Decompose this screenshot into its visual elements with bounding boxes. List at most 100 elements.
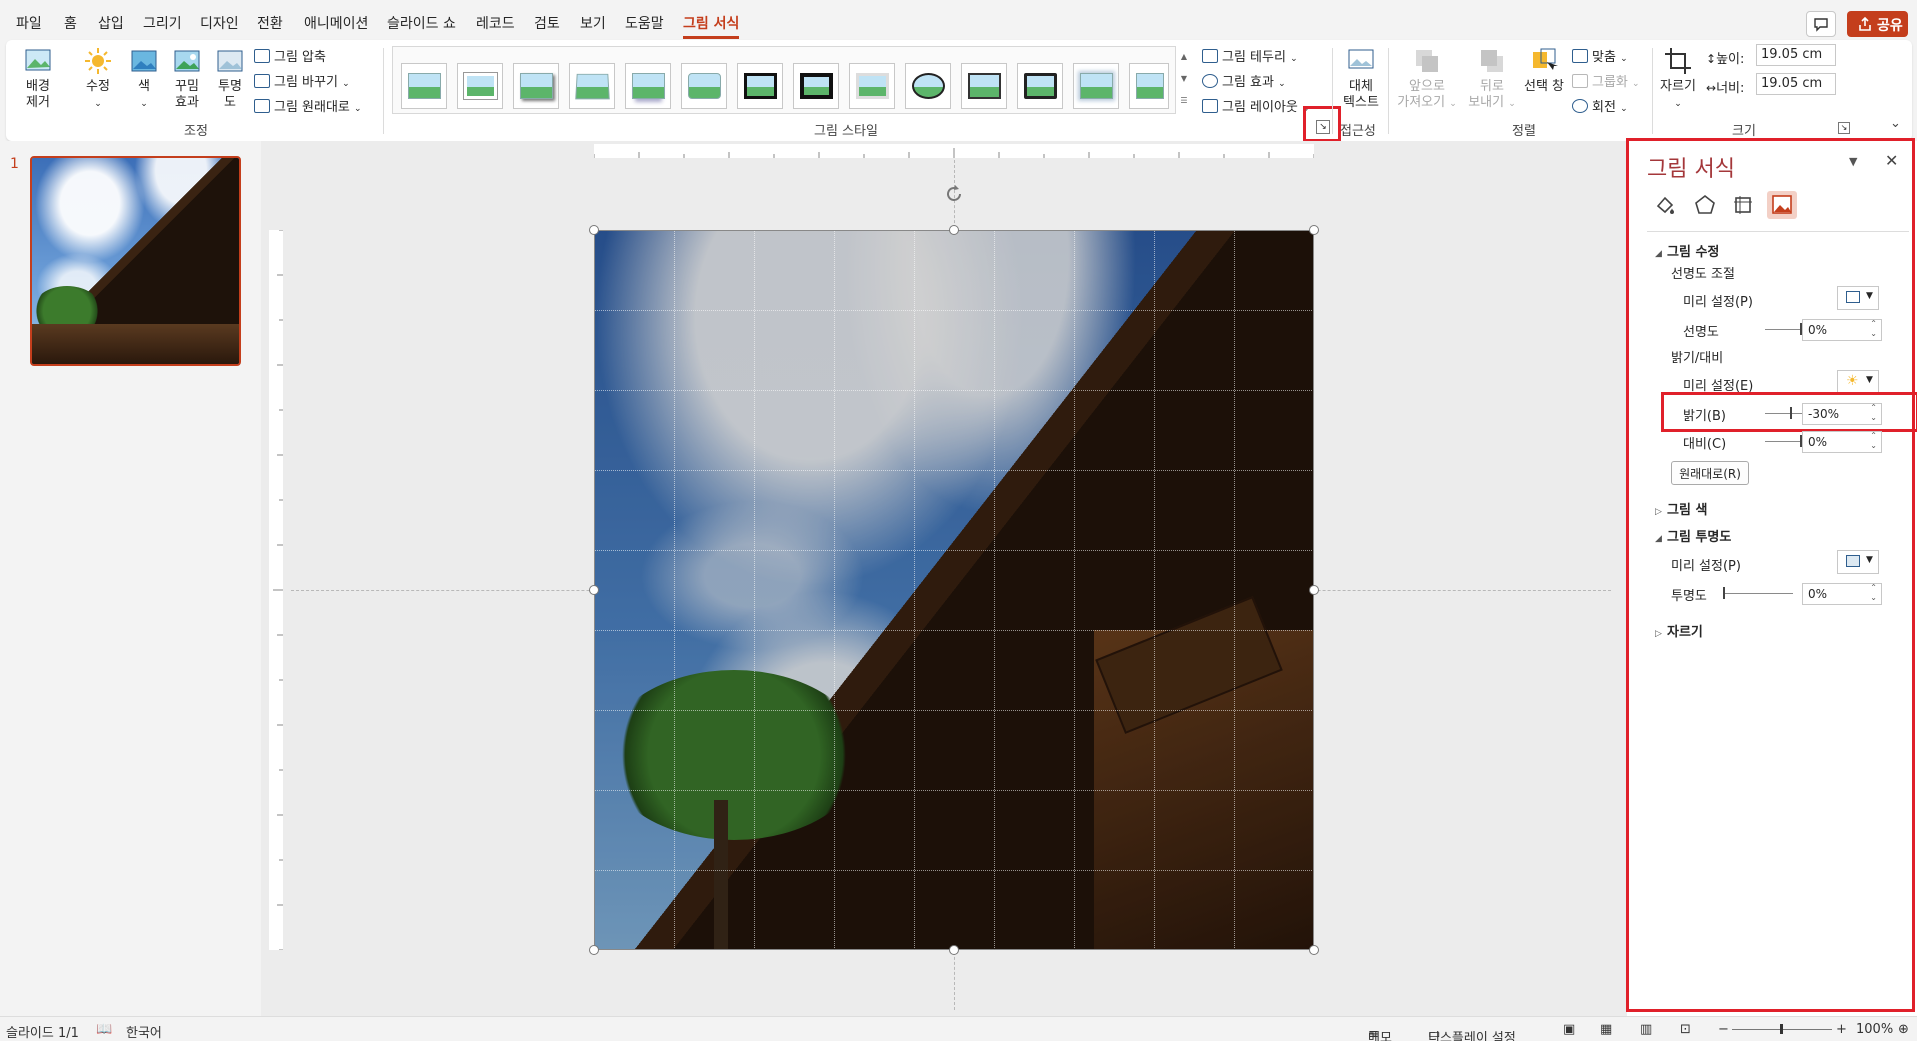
slider-thumb[interactable] (1780, 1024, 1783, 1034)
accessibility-icon[interactable]: 📖 (96, 1022, 112, 1037)
style-thumbnail[interactable] (681, 63, 727, 109)
tab-design[interactable]: 디자인 (200, 13, 239, 33)
style-thumbnail[interactable] (569, 63, 615, 109)
ruler-ticks (593, 148, 1315, 158)
tab-help[interactable]: 도움말 (625, 13, 664, 33)
style-thumbnail[interactable] (961, 63, 1007, 109)
group-divider (1388, 48, 1389, 134)
share-button[interactable]: 공유 (1847, 11, 1908, 37)
send-backward-icon (1481, 50, 1503, 72)
height-input[interactable]: 19.05 cm (1756, 44, 1836, 66)
width-label: ↔너비: (1706, 81, 1745, 96)
style-thumbnail[interactable] (737, 63, 783, 109)
bring-forward-button[interactable]: 앞으로 가져오기 ⌄ (1396, 46, 1458, 112)
style-thumbnail[interactable] (1017, 63, 1063, 109)
highlight-dialog-launcher (1303, 106, 1341, 142)
remove-background-button[interactable]: 배경 제거 (20, 46, 56, 111)
style-thumbnail[interactable] (457, 63, 503, 109)
slide-sorter-icon[interactable]: ▦ (1600, 1022, 1612, 1037)
zoom-out-icon[interactable]: − (1718, 1022, 1729, 1037)
reset-picture-button[interactable]: 그림 원래대로 ⌄ (254, 96, 362, 115)
resize-handle[interactable] (1309, 225, 1319, 235)
resize-handle[interactable] (589, 585, 599, 595)
artistic-effects-icon (174, 50, 200, 72)
tab-file[interactable]: 파일 (16, 13, 42, 33)
layout-icon (1202, 99, 1218, 113)
width-icon: ↔ (1706, 81, 1717, 95)
send-backward-button[interactable]: 뒤로 보내기 ⌄ (1464, 46, 1520, 112)
group-label-adjust: 조정 (184, 124, 208, 139)
slide-number: 1 (10, 156, 19, 172)
gallery-more-icon[interactable]: ☰ (1178, 90, 1190, 112)
tab-slideshow[interactable]: 슬라이드 쇼 (387, 13, 456, 33)
style-thumbnail[interactable] (401, 63, 447, 109)
resize-handle[interactable] (589, 225, 599, 235)
compress-pictures-button[interactable]: 그림 압축 (254, 46, 326, 65)
compress-icon (254, 49, 270, 63)
resize-handle[interactable] (949, 945, 959, 955)
group-label-picture-styles: 그림 스타일 (814, 124, 878, 139)
size-dialog-launcher-icon[interactable]: ↘ (1838, 122, 1850, 134)
style-thumbnail[interactable] (849, 63, 895, 109)
menu-bar: 파일 홈 삽입 그리기 디자인 전환 애니메이션 슬라이드 쇼 레코드 검토 보… (0, 0, 1917, 42)
group-button[interactable]: 그룹화 ⌄ (1572, 71, 1640, 90)
rotate-handle-icon[interactable] (943, 183, 965, 205)
slide-thumbnail[interactable] (30, 156, 241, 366)
crop-icon (1665, 48, 1691, 74)
rotate-button[interactable]: 회전 ⌄ (1572, 96, 1628, 115)
alt-text-button[interactable]: 대체 텍스트 (1338, 46, 1384, 111)
color-button[interactable]: 색 ⌄ (126, 46, 162, 112)
collapse-ribbon-icon[interactable]: ⌄ (1890, 116, 1901, 131)
effects-icon (1202, 74, 1218, 88)
style-thumbnail[interactable] (905, 63, 951, 109)
tab-review[interactable]: 검토 (534, 13, 560, 33)
align-icon (1572, 49, 1588, 63)
width-input[interactable]: 19.05 cm (1756, 73, 1836, 95)
building-shape (32, 324, 239, 364)
tab-transitions[interactable]: 전환 (257, 13, 283, 33)
reading-view-icon[interactable]: ▥ (1640, 1022, 1652, 1037)
zoom-in-icon[interactable]: + (1836, 1022, 1847, 1037)
selection-pane-button[interactable]: 선택 창 (1522, 46, 1566, 95)
gallery-scroll[interactable]: ▲ ▼ ☰ (1178, 46, 1190, 114)
chevron-up-icon[interactable]: ▲ (1178, 46, 1190, 68)
style-thumbnail[interactable] (1073, 63, 1119, 109)
group-label-arrange: 정렬 (1512, 124, 1536, 139)
resize-handle[interactable] (1309, 945, 1319, 955)
tab-record[interactable]: 레코드 (476, 13, 515, 33)
tab-animations[interactable]: 애니메이션 (304, 13, 368, 33)
picture-effects-button[interactable]: 그림 효과 ⌄ (1202, 71, 1286, 90)
color-icon (131, 50, 157, 72)
slideshow-icon[interactable]: ⊡ (1680, 1022, 1691, 1037)
vertical-ruler (269, 229, 283, 951)
artistic-effects-button[interactable]: 꾸밈 효과 (166, 46, 208, 111)
zoom-level[interactable]: 100% (1856, 1022, 1893, 1037)
resize-handle[interactable] (949, 225, 959, 235)
style-thumbnail[interactable] (793, 63, 839, 109)
tab-picture-format[interactable]: 그림 서식 (683, 13, 740, 39)
chevron-down-icon[interactable]: ▼ (1178, 68, 1190, 90)
group-divider (383, 48, 384, 134)
normal-view-icon[interactable]: ▣ (1563, 1022, 1575, 1037)
style-thumbnail[interactable] (513, 63, 559, 109)
tab-home[interactable]: 홈 (64, 13, 77, 33)
fit-slide-icon[interactable]: ⊕ (1898, 1022, 1909, 1037)
tab-view[interactable]: 보기 (580, 13, 606, 33)
crop-button[interactable]: 자르기 ⌄ (1658, 46, 1698, 112)
corrections-button[interactable]: 수정 ⌄ (78, 46, 118, 112)
picture-layout-button[interactable]: 그림 레이아웃 ⌄ (1202, 96, 1310, 115)
resize-handle[interactable] (1309, 585, 1319, 595)
zoom-slider[interactable] (1732, 1024, 1832, 1034)
picture-border-button[interactable]: 그림 테두리 ⌄ (1202, 46, 1298, 65)
style-thumbnail[interactable] (1129, 63, 1169, 109)
transparency-button[interactable]: 투명 도 (212, 46, 248, 111)
resize-handle[interactable] (589, 945, 599, 955)
picture-styles-gallery (392, 46, 1176, 114)
comments-button[interactable] (1806, 11, 1836, 37)
tab-insert[interactable]: 삽입 (98, 13, 124, 33)
tab-draw[interactable]: 그리기 (143, 13, 182, 33)
style-thumbnail[interactable] (625, 63, 671, 109)
change-picture-button[interactable]: 그림 바꾸기 ⌄ (254, 71, 350, 90)
language-indicator[interactable]: 한국어 (126, 1022, 162, 1041)
align-button[interactable]: 맞춤 ⌄ (1572, 46, 1628, 65)
